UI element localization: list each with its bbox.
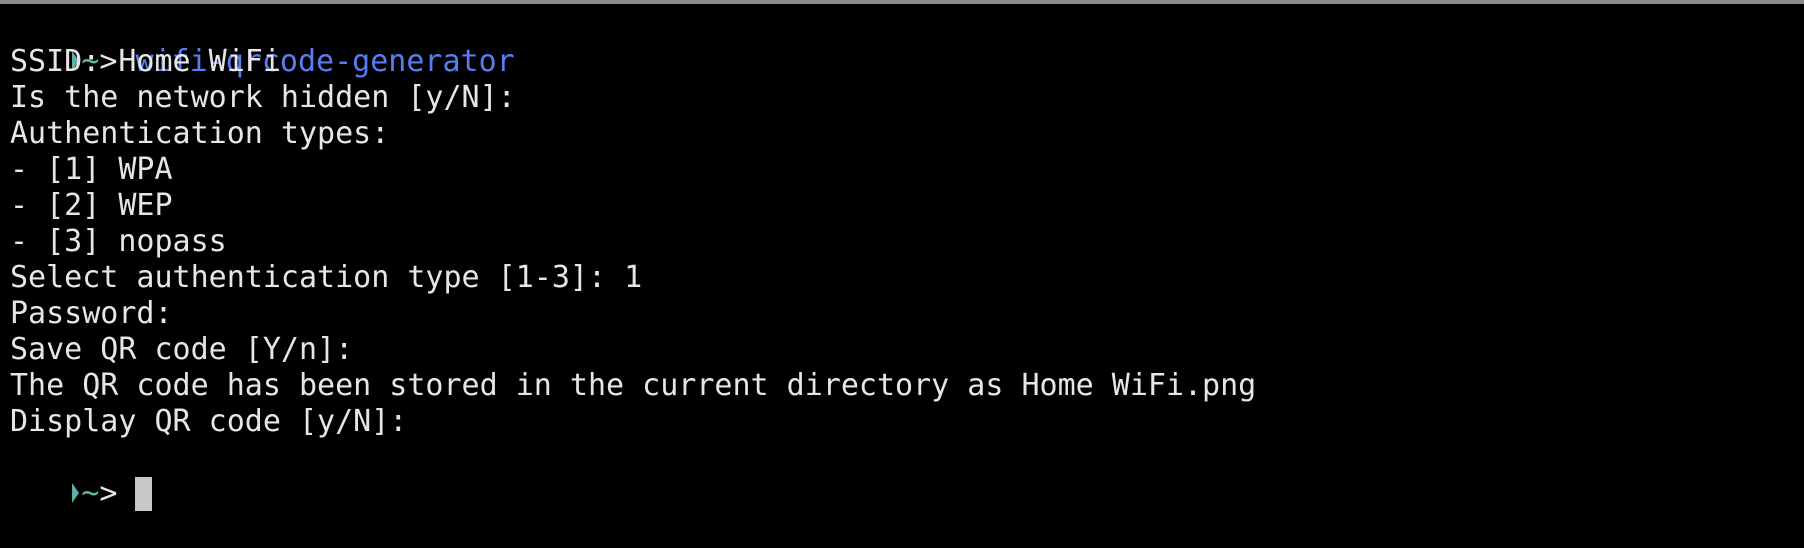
output-line-auth-types-heading: Authentication types: [10, 116, 390, 151]
prompt-line-command: ~> wifi-qrcode-generator [0, 8, 1804, 79]
output-line-ssid: SSID: Home WiFi [10, 44, 281, 79]
output-line-auth-option-nopass: - [3] nopass [10, 224, 227, 259]
output-line-auth-option-wpa: - [1] WPA [10, 152, 173, 187]
prompt-tilde: ~ [81, 476, 100, 511]
terminal-window[interactable]: ~> wifi-qrcode-generator SSID: Home WiFi… [0, 8, 1804, 511]
output-line-hidden-prompt: Is the network hidden [y/N]: [10, 80, 516, 115]
output-line-display-prompt: Display QR code [y/N]: [10, 404, 408, 439]
prompt-line-current[interactable]: ~> [0, 440, 1804, 511]
output-line-select-auth: Select authentication type [1-3]: 1 [10, 260, 643, 295]
prompt-arrow-icon [72, 482, 80, 503]
prompt-symbol: > [99, 476, 136, 511]
window-top-border [0, 0, 1804, 4]
output-line-stored-message: The QR code has been stored in the curre… [10, 368, 1257, 403]
text-cursor[interactable] [135, 477, 153, 511]
output-line-password-prompt: Password: [10, 296, 173, 331]
output-line-save-prompt: Save QR code [Y/n]: [10, 332, 354, 367]
output-line-auth-option-wep: - [2] WEP [10, 188, 173, 223]
